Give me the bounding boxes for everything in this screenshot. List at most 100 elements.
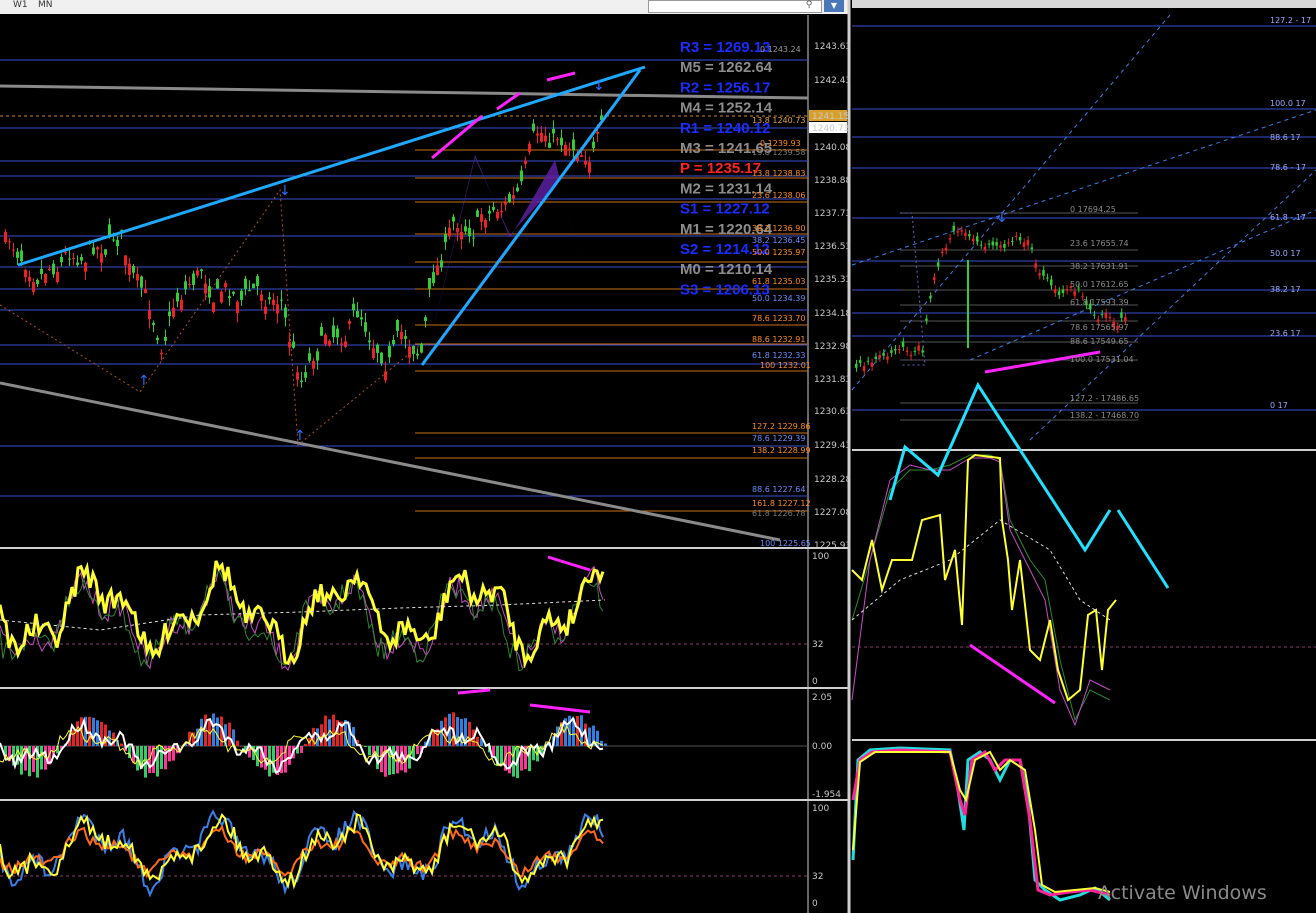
- candle-body: [528, 143, 531, 153]
- candle-body: [76, 262, 79, 265]
- candle-body: [548, 142, 551, 148]
- right-candle-body: [956, 231, 959, 233]
- candle-body: [184, 281, 187, 290]
- right-candle-body: [1073, 291, 1076, 296]
- candle-body: [340, 343, 343, 345]
- candle-body: [72, 257, 75, 259]
- candle-body: [4, 231, 7, 242]
- candle-body: [176, 292, 179, 302]
- candle-body: [296, 372, 299, 380]
- right-edge-fib-label: 61.8 - 17: [1270, 213, 1306, 222]
- right-candle-body: [1050, 279, 1053, 286]
- candle-body: [316, 351, 319, 361]
- pivot-label: M4 = 1252.14: [680, 100, 773, 117]
- candle-body: [56, 271, 59, 282]
- candle-body: [560, 137, 563, 146]
- right-chart-window[interactable]: ↓ 127.2 - 17 100.0 17 88.6 17 78.6 - 17 61.8 …: [851, 14, 1316, 441]
- right-candle-body: [1038, 273, 1041, 276]
- candle-body: [180, 299, 183, 311]
- right-candle-body: [901, 341, 905, 347]
- candle-body: [364, 322, 367, 332]
- right-candle-body: [913, 350, 916, 352]
- right-candle-body: [968, 234, 971, 237]
- candle-body: [272, 299, 275, 305]
- right-cyan-line: [851, 746, 1111, 902]
- right-candle-body: [866, 360, 870, 362]
- candle-body: [308, 353, 311, 361]
- candle-body: [428, 277, 431, 289]
- right-candle-body: [862, 366, 866, 371]
- pivot-label: M0 = 1210.14: [680, 261, 773, 278]
- price-axis-label: 1227.08: [814, 508, 851, 518]
- osc-axis-label: 2.05: [812, 693, 832, 703]
- right-candle-body: [878, 355, 881, 358]
- candle-body: [552, 128, 555, 134]
- right-candle-body: [1022, 242, 1026, 247]
- candle-body: [388, 346, 391, 358]
- histogram-bar: [432, 731, 435, 746]
- right-candle-body: [1046, 277, 1049, 279]
- candle-body: [240, 290, 243, 300]
- candle-body: [156, 337, 159, 341]
- histogram-bar: [228, 722, 231, 746]
- right-candle-body: [991, 241, 994, 246]
- candle-body: [128, 263, 131, 275]
- bid-price-value: 1240.73: [812, 124, 849, 134]
- candle-body: [284, 307, 287, 318]
- right-oscillator-2-window[interactable]: [851, 746, 1111, 902]
- histogram-bar: [300, 746, 303, 754]
- right-candle-body: [1003, 243, 1006, 248]
- fib-label: 127.2 1229.86: [752, 422, 811, 431]
- right-candle-body: [1061, 289, 1065, 293]
- chart-workspace[interactable]: ↑ ↓ ↑ ↓ 1243.63 1242.43 1240.08 1238.88 1237.73…: [0, 0, 1316, 913]
- candle-body: [136, 274, 139, 281]
- candle-body: [192, 273, 195, 285]
- candle-body: [504, 202, 507, 205]
- histogram-bar: [508, 746, 511, 774]
- candle-body: [368, 340, 371, 343]
- fib-label: 50.0 1234.39: [752, 294, 805, 303]
- candle-body: [36, 279, 39, 285]
- right-dotted-line: [851, 14, 1171, 391]
- candle-body: [244, 278, 247, 289]
- candle-body: [264, 306, 267, 314]
- osc-axis-label: 0: [812, 677, 818, 687]
- right-edge-fib-label: 78.6 - 17: [1270, 163, 1306, 172]
- right-oscillator-window[interactable]: [851, 381, 1316, 727]
- right-candle-body: [948, 238, 952, 240]
- right-candle-body: [897, 349, 901, 351]
- candle-body: [556, 139, 559, 141]
- candle-body: [104, 249, 107, 255]
- right-ma-dashed: [851, 519, 1111, 621]
- candle-body: [112, 239, 115, 241]
- candle-body: [392, 339, 395, 345]
- histogram-bar: [332, 714, 335, 746]
- histogram-bar: [236, 740, 239, 746]
- right-fib-label: 78.6 17565.97: [1070, 323, 1129, 332]
- fib-label: 78.6 1229.39: [752, 434, 805, 443]
- fractal-arrow-icon: ↑: [138, 373, 150, 389]
- right-candle-body: [929, 296, 932, 299]
- fib-label: 61.8 1235.03: [752, 277, 805, 286]
- candle-body: [224, 283, 227, 288]
- right-candle-body: [1014, 236, 1018, 238]
- candle-body: [68, 258, 71, 260]
- pivot-label: R2 = 1256.17: [680, 79, 771, 96]
- candle-body: [444, 234, 447, 243]
- candle-body: [512, 195, 515, 199]
- candle-body: [380, 352, 383, 364]
- right-dotted-line: [969, 209, 1316, 361]
- right-fib-label: 0 17694.25: [1070, 205, 1116, 214]
- right-candle-body: [925, 318, 928, 321]
- price-axis-label: 1237.73: [814, 209, 851, 219]
- right-candle-body: [1100, 314, 1104, 316]
- candle-body: [196, 270, 199, 276]
- histogram-bar: [40, 746, 43, 770]
- candle-body: [348, 321, 351, 324]
- right-candle-body: [964, 232, 967, 237]
- right-fib-label: 23.6 17655.74: [1070, 239, 1129, 248]
- fib-label: 13.8 1240.73: [752, 116, 805, 125]
- candle-body: [168, 311, 171, 317]
- histogram-bar: [392, 746, 395, 775]
- fib-label: 38.2 1236.90: [752, 224, 805, 233]
